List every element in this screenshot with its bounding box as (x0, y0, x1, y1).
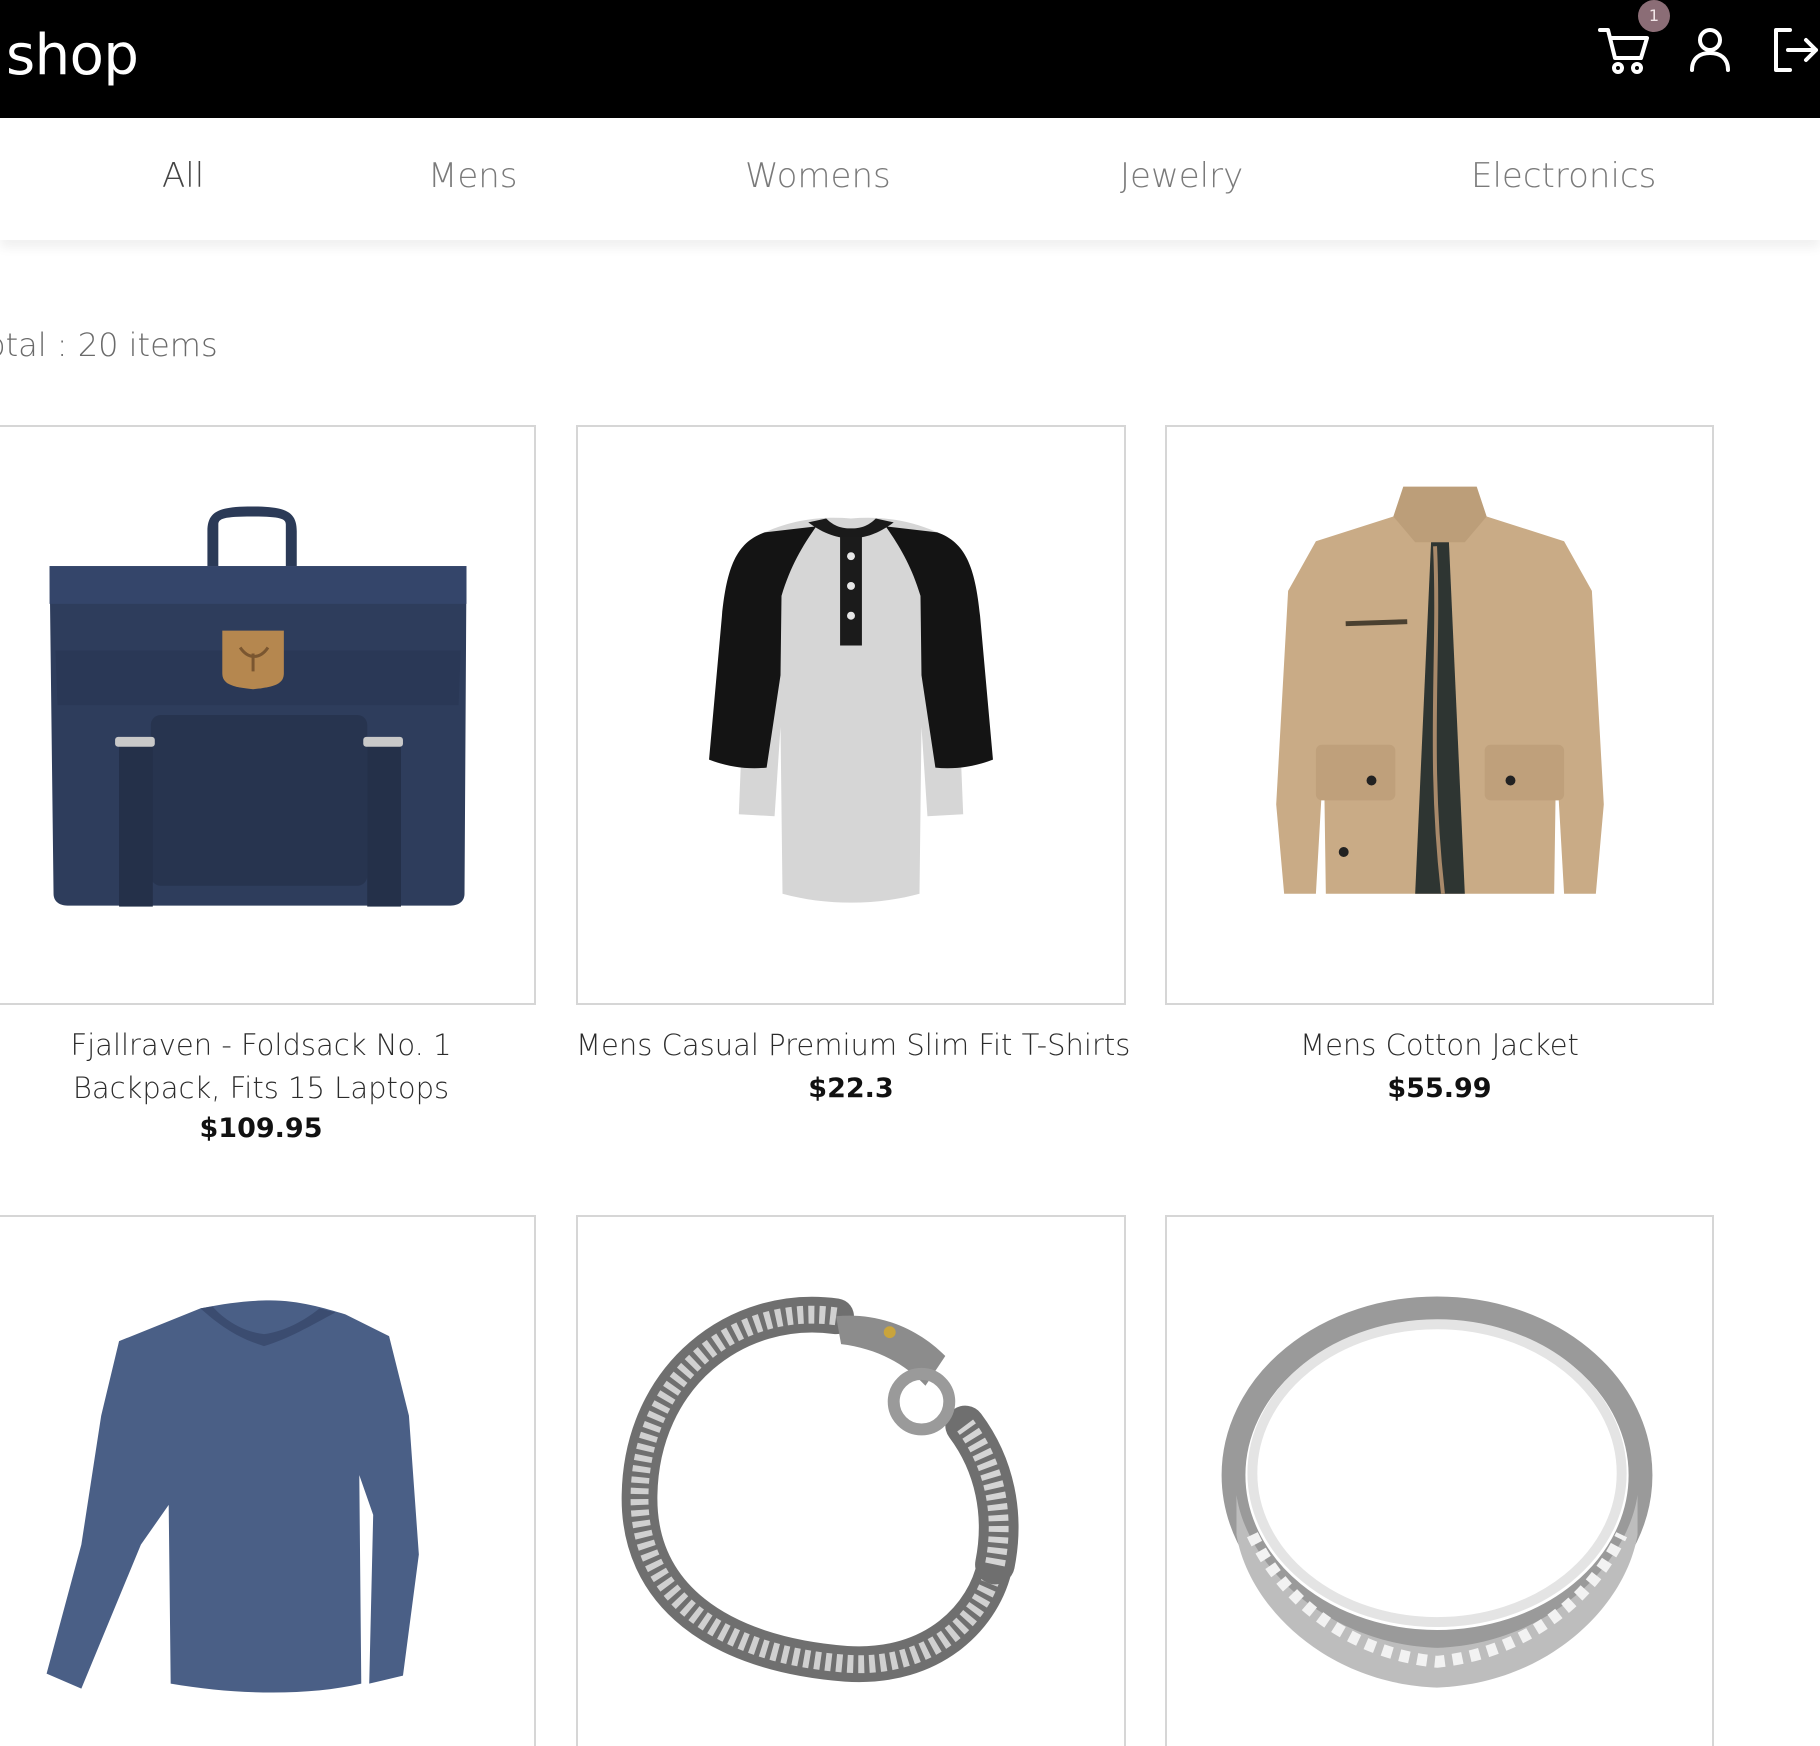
product-price: $109.95 (199, 1113, 323, 1144)
total-items-count: otal : 20 items (0, 326, 218, 364)
cart-count-badge: 1 (1638, 0, 1670, 32)
product-card-ring[interactable] (1165, 1215, 1714, 1746)
product-card-jacket[interactable] (1165, 425, 1714, 1005)
backpack-image (49, 506, 467, 907)
product-price: $22.3 (808, 1073, 894, 1104)
top-navbar: shop 1 (0, 0, 1820, 118)
longsleeve-shirt-image (46, 1300, 419, 1693)
product-title[interactable]: Mens Casual Premium Slim Fit T-Shirts (576, 1024, 1130, 1067)
product-card-backpack[interactable] (0, 425, 536, 1005)
brand-logo[interactable]: shop (6, 18, 139, 94)
product-price: $55.99 (1387, 1073, 1492, 1104)
product-title[interactable]: Mens Cotton Jacket (1165, 1024, 1714, 1067)
category-tab-all[interactable]: All (162, 156, 204, 196)
product-card-longsleeve-shirt[interactable] (0, 1215, 536, 1746)
category-tab-jewelry[interactable]: Jewelry (1120, 156, 1243, 196)
tshirt-image (709, 517, 993, 903)
product-card-bracelet[interactable] (576, 1215, 1126, 1746)
ring-image (1221, 1296, 1653, 1688)
logout-icon[interactable] (1770, 22, 1820, 78)
category-nav: All Mens Womens Jewelry Electronics (0, 118, 1820, 240)
page: shop 1 All Mens Womens Jewelry Electroni… (0, 0, 1820, 1746)
category-tab-mens[interactable]: Mens (428, 156, 518, 196)
jacket-image (1276, 486, 1604, 894)
category-tab-electronics[interactable]: Electronics (1471, 156, 1656, 196)
bracelet-image (621, 1296, 1019, 1683)
product-title[interactable]: Fjallraven - Foldsack No. 1 Backpack, Fi… (0, 1024, 522, 1110)
cart-icon[interactable] (1596, 22, 1652, 78)
category-tab-womens[interactable]: Womens (745, 156, 891, 196)
user-icon[interactable] (1686, 22, 1734, 78)
product-card-tshirt[interactable] (576, 425, 1126, 1005)
